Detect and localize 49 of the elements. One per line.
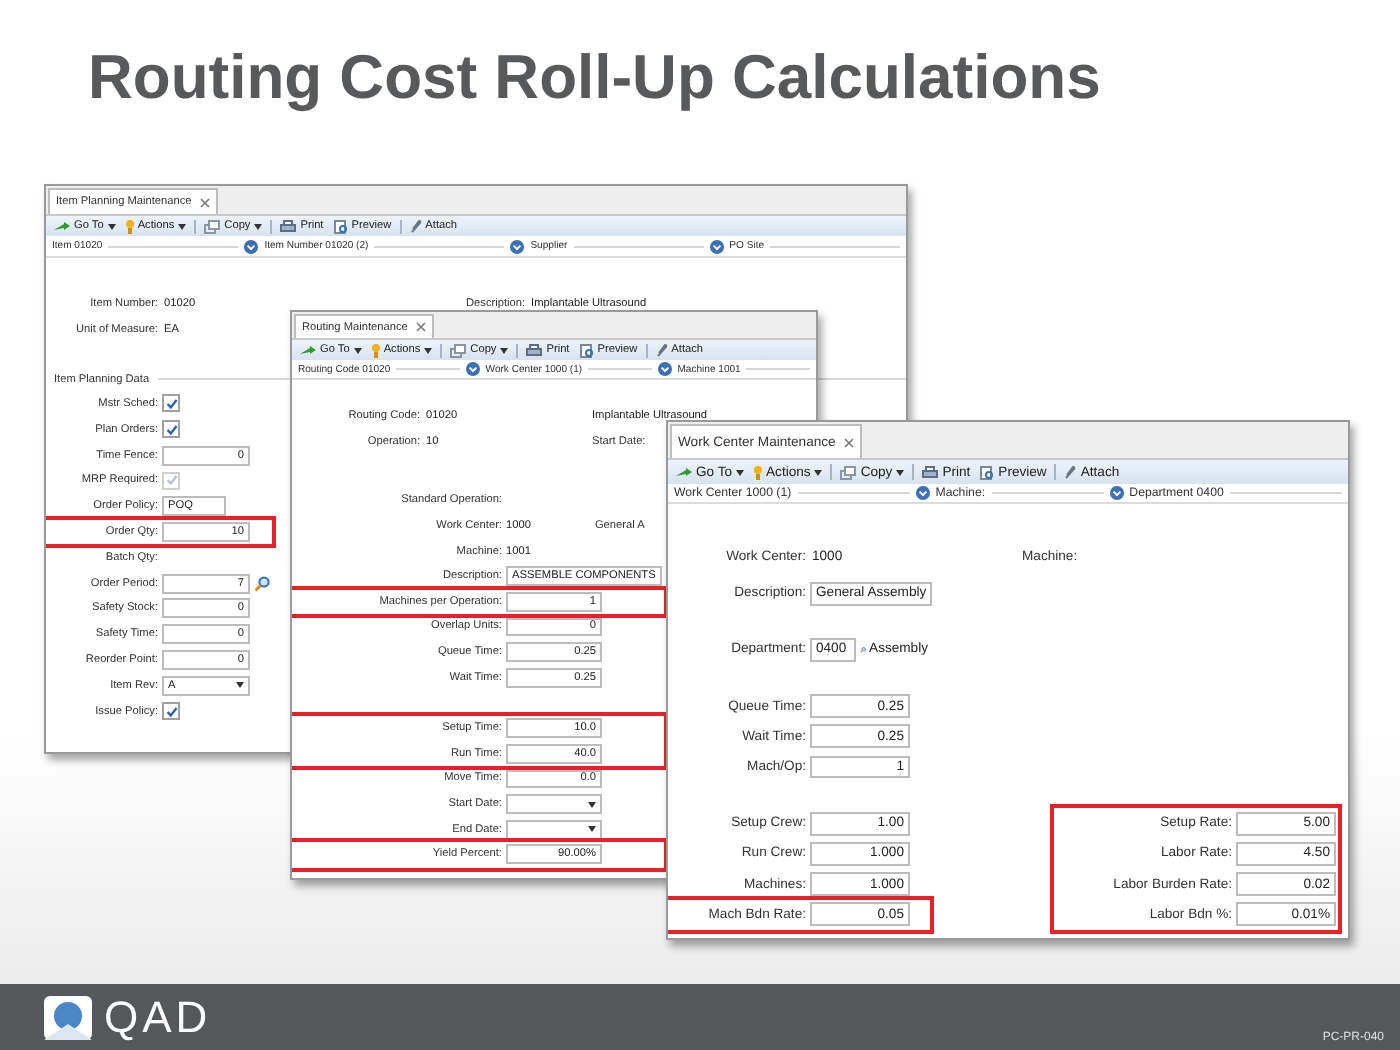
arrow-icon xyxy=(676,467,692,477)
document-icon xyxy=(579,343,594,357)
checkmark-icon xyxy=(165,705,177,718)
collapse-icon[interactable] xyxy=(244,239,259,253)
close-icon[interactable] xyxy=(843,437,854,447)
caret-icon xyxy=(588,801,596,808)
checkmark-icon xyxy=(165,474,177,487)
printer-icon xyxy=(280,219,297,233)
search-icon[interactable] xyxy=(254,575,270,592)
printer-icon xyxy=(922,465,939,479)
slide-title: Routing Cost Roll-Up Calculations xyxy=(86,40,1101,116)
document-icon xyxy=(980,465,995,479)
caret-icon xyxy=(736,469,745,475)
caret-icon xyxy=(178,223,187,229)
caret-icon xyxy=(814,469,823,475)
search-icon[interactable] xyxy=(859,641,866,658)
caret-icon xyxy=(254,223,263,229)
caret-icon xyxy=(588,826,596,833)
lightbulb-icon xyxy=(371,343,380,357)
printer-icon xyxy=(526,343,543,357)
logo-text: QAD xyxy=(104,991,212,1043)
lightbulb-icon xyxy=(754,465,763,479)
caret-icon xyxy=(353,347,362,353)
caret-icon xyxy=(896,469,905,475)
collapse-icon[interactable] xyxy=(510,239,525,253)
collapse-icon[interactable] xyxy=(709,239,724,253)
copy-icon xyxy=(204,219,221,233)
collapse-icon[interactable] xyxy=(657,362,672,376)
caret-icon xyxy=(500,347,509,353)
close-icon[interactable] xyxy=(415,322,426,332)
lightbulb-icon xyxy=(125,219,134,233)
caret-icon xyxy=(107,223,116,229)
close-icon[interactable] xyxy=(199,197,210,207)
checkbox[interactable] xyxy=(162,702,180,721)
collapse-icon[interactable] xyxy=(1109,486,1124,500)
copy-icon xyxy=(450,343,467,357)
document-icon xyxy=(333,219,348,233)
arrow-icon xyxy=(300,345,316,355)
logo-icon xyxy=(44,995,92,1039)
caret-icon xyxy=(424,347,433,353)
arrow-icon xyxy=(54,221,70,231)
collapse-icon[interactable] xyxy=(915,486,930,500)
collapse-icon[interactable] xyxy=(465,362,480,376)
checkbox[interactable] xyxy=(162,394,180,413)
checkbox[interactable] xyxy=(162,420,180,439)
caret-icon xyxy=(236,682,244,689)
dropdown-field[interactable] xyxy=(506,794,602,814)
dropdown-field[interactable] xyxy=(506,819,602,840)
copy-icon xyxy=(840,465,857,479)
